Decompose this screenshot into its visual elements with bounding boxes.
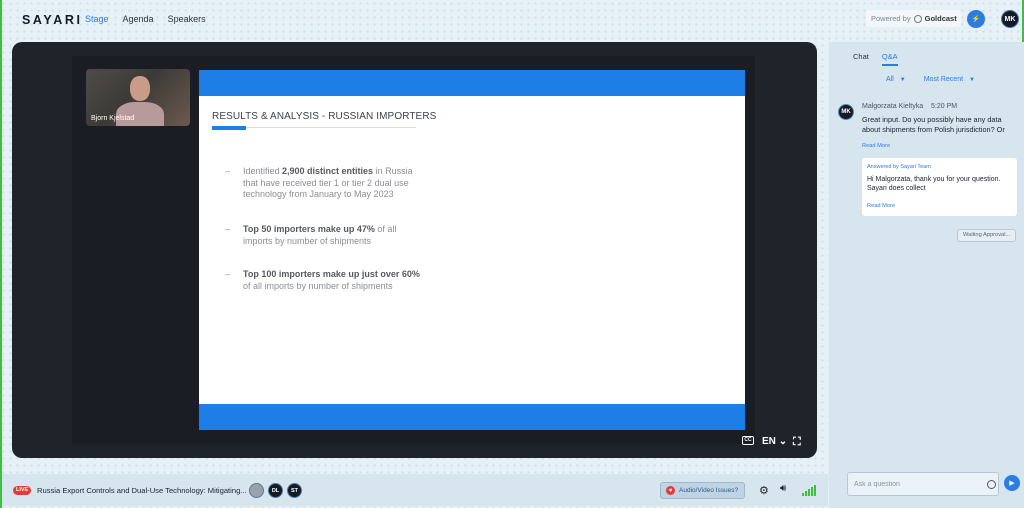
stage-player: Bjorn Kjelstad RESULTS & ANALYSIS - RUSS… <box>12 42 817 458</box>
participant-avatar[interactable] <box>249 483 264 498</box>
slide-bullet: – Top 50 importers make up 47% of all im… <box>225 224 425 247</box>
nav-agenda[interactable]: Agenda <box>123 14 154 24</box>
participant-avatar[interactable]: ST <box>287 483 302 498</box>
speaker-head <box>130 76 150 101</box>
slide-bottom-bar <box>199 404 745 430</box>
answer-read-more-link[interactable]: Read More <box>867 203 895 209</box>
bullet-bold: 2,900 distinct entities <box>282 166 374 176</box>
send-icon: ▶ <box>1009 480 1015 487</box>
ask-question-box <box>847 472 999 496</box>
sort-dropdown[interactable]: Most Recent ▼ <box>924 76 975 83</box>
nav-stage[interactable]: Stage <box>85 14 109 24</box>
user-avatar-button[interactable]: MK <box>1001 10 1019 28</box>
audio-video-issues-label: Audio/Video Issues? <box>679 487 739 494</box>
side-panel: Chat Q&A All ▼ Most Recent ▼ MK Malgorzata… <box>829 42 1024 508</box>
audio-video-issues-button[interactable]: ♥ Audio/Video Issues? <box>660 482 746 499</box>
screen-border-left <box>0 0 2 508</box>
bottom-bar: LIVE Russia Export Controls and Dual-Use… <box>2 474 828 506</box>
send-button[interactable]: ▶ <box>1004 475 1020 491</box>
participant-avatar[interactable]: DL <box>268 483 283 498</box>
closed-captions-icon[interactable]: CC <box>742 436 754 445</box>
bullet-dash: – <box>225 224 231 234</box>
gear-icon[interactable]: ⚙ <box>759 484 769 497</box>
slide-top-bar <box>199 70 745 96</box>
emoji-icon[interactable] <box>987 480 996 489</box>
main-nav: Stage Agenda Speakers <box>85 14 206 24</box>
slide-bullet: – Identified 2,900 distinct entities in … <box>225 166 425 201</box>
bullet-text: of all imports by number of shipments <box>243 280 393 291</box>
powered-by-label: Powered by <box>871 14 911 23</box>
answer-text: Hi Malgorzata, thank you for your questi… <box>867 176 1001 193</box>
language-selector[interactable]: EN ⌄ <box>762 436 787 447</box>
language-label: EN <box>762 436 776 447</box>
alert-icon: ♥ <box>666 486 675 495</box>
help-button[interactable]: ⚡ <box>967 10 985 28</box>
answer-author: Answered by Sayari Team <box>867 164 931 170</box>
qa-filters: All ▼ Most Recent ▼ <box>886 76 975 83</box>
bullet-bold: Top 50 importers make up 47% <box>243 224 375 234</box>
slide-title-accent <box>212 126 246 130</box>
bullet-text: Identified <box>243 166 283 176</box>
goldcast-logo-icon <box>913 14 922 23</box>
powered-by-badge[interactable]: Powered by Goldcast <box>866 10 961 27</box>
session-title: Russia Export Controls and Dual-Use Tech… <box>37 486 247 495</box>
nav-speakers[interactable]: Speakers <box>168 14 206 24</box>
question-meta: Malgorzata Kieltyka 5:20 PM <box>862 103 957 110</box>
sort-label: Most Recent <box>923 76 964 83</box>
status-badge: Waiting Approval... <box>957 229 1017 242</box>
sayari-logo[interactable]: SAYARI <box>22 13 83 27</box>
volume-icon[interactable]: 🔊︎ <box>780 483 786 494</box>
slide-title: RESULTS & ANALYSIS - RUSSIAN IMPORTERS <box>212 111 437 122</box>
speaker-video-tile[interactable]: Bjorn Kjelstad <box>86 69 190 126</box>
bullet-dash: – <box>225 166 231 176</box>
filter-all-label: All <box>886 76 894 83</box>
speaker-name: Bjorn Kjelstad <box>91 115 135 122</box>
goldcast-brand: Goldcast <box>924 14 957 23</box>
bolt-icon: ⚡ <box>971 16 981 23</box>
question-time: 5:20 PM <box>931 103 958 110</box>
question-author: Malgorzata Kieltyka <box>862 103 924 110</box>
question-text: Great input. Do you possibly have any da… <box>862 115 1005 134</box>
speaker-body <box>116 102 164 126</box>
live-badge: LIVE <box>13 486 32 495</box>
signal-strength-icon <box>802 485 816 496</box>
caret-down-icon: ▼ <box>899 77 906 83</box>
avatar: MK <box>838 104 854 120</box>
tab-chat[interactable]: Chat <box>853 52 869 61</box>
caret-down-icon: ▼ <box>969 77 975 83</box>
bullet-bold: Top 100 importers make up just over 60% <box>243 269 420 279</box>
presentation-slide: RESULTS & ANALYSIS - RUSSIAN IMPORTERS –… <box>199 70 745 430</box>
tab-qa[interactable]: Q&A <box>881 52 898 66</box>
top-bar: SAYARI Stage Agenda Speakers Powered by … <box>0 0 1024 40</box>
answer-card: Answered by Sayari Team Hi Malgorzata, t… <box>862 158 1017 216</box>
ask-question-input[interactable] <box>854 479 974 490</box>
question-read-more-link[interactable]: Read More <box>862 143 890 149</box>
bullet-dash: – <box>225 269 231 279</box>
filter-all-dropdown[interactable]: All ▼ <box>886 76 906 83</box>
panel-tabs: Chat Q&A <box>853 52 898 66</box>
fullscreen-icon[interactable]: ⛶ <box>793 436 801 449</box>
chevron-down-icon: ⌄ <box>778 436 788 447</box>
slide-bullet: – Top 100 importers make up just over 60… <box>225 269 425 292</box>
